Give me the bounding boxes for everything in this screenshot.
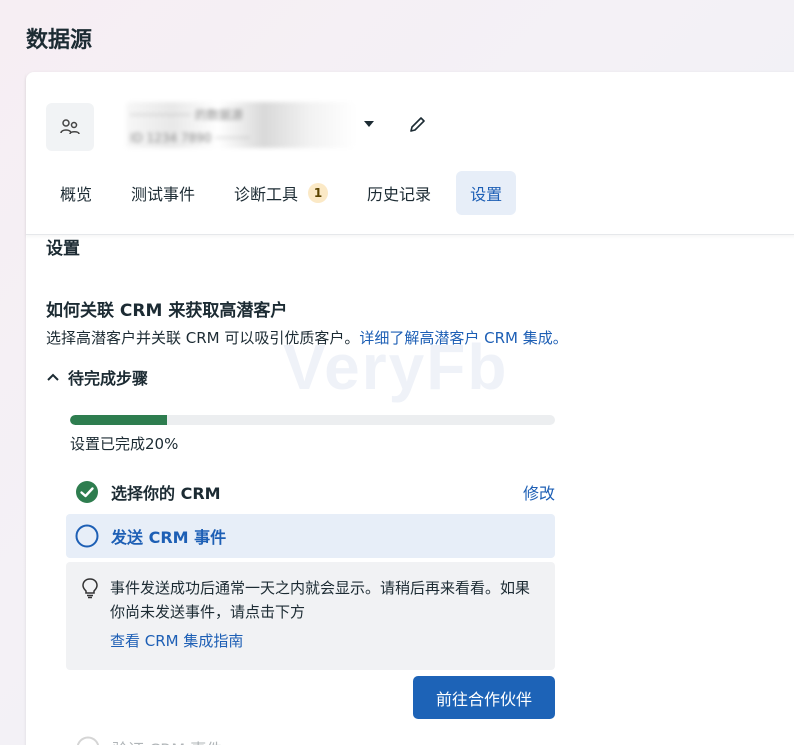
setup-progress-text: 设置已完成20%: [70, 435, 179, 453]
step-label: 发送 CRM 事件: [111, 528, 227, 547]
page-title: 数据源: [26, 28, 93, 53]
pencil-icon: [410, 117, 425, 132]
events-info-box: 事件发送成功后通常一天之内就会显示。请稍后再来看看。如果你尚未发送事件，请点击下…: [66, 562, 555, 670]
step-verify-crm-events: 验证 CRM 事件: [76, 736, 222, 745]
datasource-name-text: ················ 的数据源: [130, 108, 243, 122]
step-label: 验证 CRM 事件: [112, 736, 222, 745]
empty-circle-icon: [75, 524, 99, 548]
datasource-header: ················ 的数据源 ID 1234 7890 ·····…: [26, 72, 794, 235]
crm-learn-more-link[interactable]: 详细了解高潜客户 CRM 集成。: [359, 329, 567, 347]
caret-down-icon: [364, 121, 374, 127]
tab-history[interactable]: 历史记录: [353, 171, 445, 215]
tab-bar: 概览 测试事件 诊断工具 1 历史记录 设置: [46, 170, 527, 215]
tab-label: 设置: [470, 184, 503, 204]
step-send-crm-events: 发送 CRM 事件: [66, 514, 555, 558]
chevron-up-icon: [47, 373, 59, 381]
datasource-name: ················ 的数据源 ID 1234 7890 ·····…: [126, 102, 356, 148]
crm-description: 选择高潜客户并关联 CRM 可以吸引优质客户。详细了解高潜客户 CRM 集成。: [46, 327, 568, 348]
crm-guide-link[interactable]: 查看 CRM 集成指南: [110, 630, 539, 651]
tab-settings[interactable]: 设置: [456, 170, 517, 215]
step-label: 选择你的 CRM: [111, 484, 221, 503]
crm-description-text: 选择高潜客户并关联 CRM 可以吸引优质客户。: [46, 329, 360, 347]
events-info-text: 事件发送成功后通常一天之内就会显示。请稍后再来看看。如果你尚未发送事件，请点击下…: [110, 579, 531, 621]
tab-label: 历史记录: [367, 184, 432, 204]
tab-label: 概览: [60, 184, 93, 204]
tab-test-events[interactable]: 测试事件: [117, 171, 209, 215]
empty-circle-icon: [76, 736, 100, 745]
step-choose-crm: 选择你的 CRM 修改: [66, 470, 555, 514]
people-icon: [60, 119, 80, 135]
tab-label: 诊断工具: [234, 184, 299, 204]
datasource-dropdown[interactable]: [361, 116, 377, 132]
datasource-icon: [46, 103, 94, 151]
tab-label: 测试事件: [131, 184, 196, 204]
setup-progress-bar: [70, 415, 555, 425]
tab-overview[interactable]: 概览: [46, 171, 106, 215]
crm-heading: 如何关联 CRM 来获取高潜客户: [46, 301, 288, 321]
lightbulb-icon: [82, 578, 98, 599]
tab-diagnostics[interactable]: 诊断工具 1: [220, 171, 342, 215]
settings-section-title: 设置: [46, 239, 80, 259]
check-circle-icon: [76, 481, 98, 503]
pending-steps-label: 待完成步骤: [68, 369, 149, 388]
datasource-id-text: ID 1234 7890 ·········: [130, 131, 250, 145]
diagnostics-count-badge: 1: [308, 182, 329, 203]
modify-crm-link[interactable]: 修改: [523, 480, 555, 504]
datasource-card: ················ 的数据源 ID 1234 7890 ·····…: [26, 72, 794, 745]
pending-steps-toggle[interactable]: 待完成步骤: [46, 365, 148, 389]
setup-progress-fill: [70, 415, 167, 425]
edit-name-button[interactable]: [406, 112, 430, 136]
go-to-partners-button[interactable]: 前往合作伙伴: [413, 676, 555, 719]
